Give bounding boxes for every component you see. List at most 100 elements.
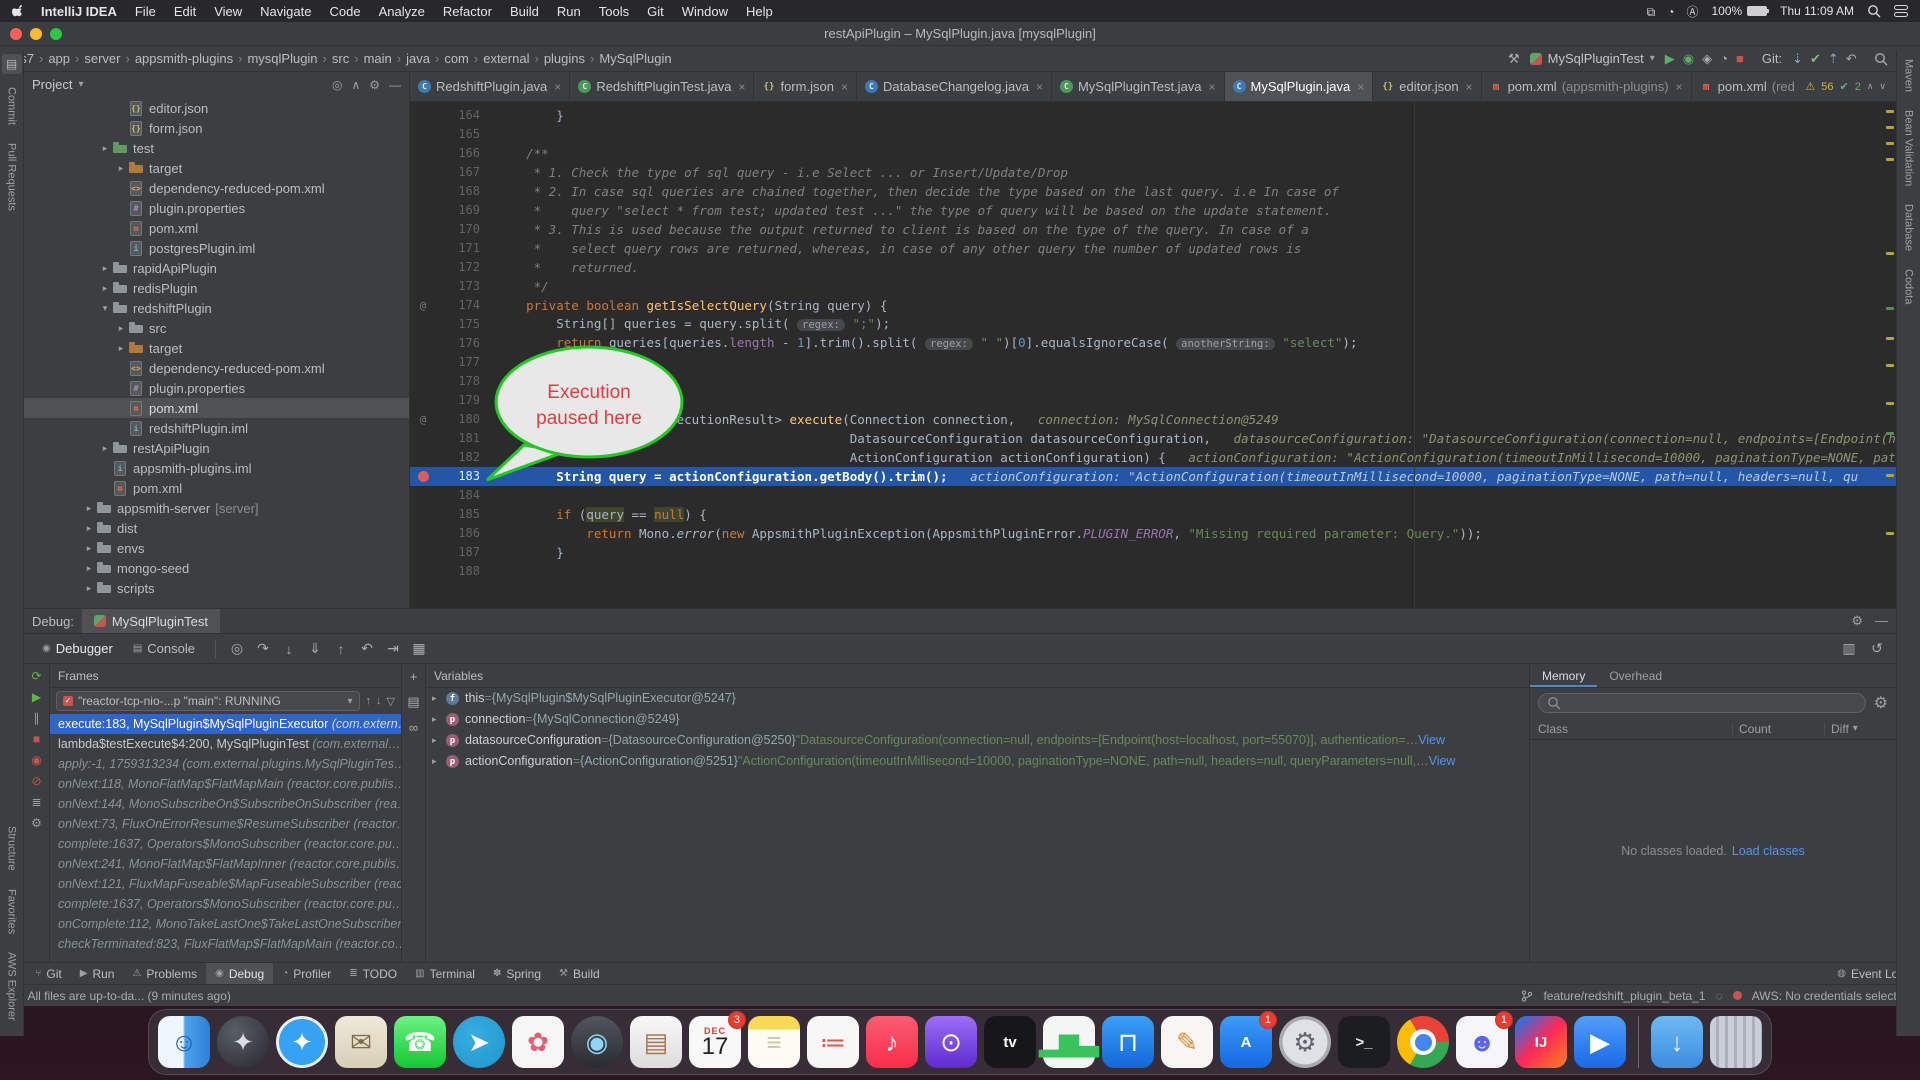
annotation-gutter-icon[interactable]: @ xyxy=(420,410,427,429)
stripe-label-codota[interactable]: Codota xyxy=(1903,260,1915,313)
project-tree-item[interactable]: ▸mongo-seed xyxy=(24,558,409,578)
chevron-down-icon[interactable]: ▾ xyxy=(78,79,83,90)
menu-refactor[interactable]: Refactor xyxy=(434,4,501,19)
dock-app-tv[interactable]: tv xyxy=(984,1016,1036,1068)
stop-button[interactable]: ■ xyxy=(1736,51,1744,66)
chevron-icon[interactable]: ▸ xyxy=(432,709,446,730)
window-title-bar[interactable]: restApiPlugin – MySqlPlugin.java [mysqlP… xyxy=(0,22,1920,46)
stripe-label-maven[interactable]: Maven xyxy=(1903,50,1915,101)
restore-layout-icon[interactable]: ↺ xyxy=(1866,638,1888,660)
dock-app-numbers[interactable]: ▂▆▃ xyxy=(1043,1016,1095,1068)
chevron-icon[interactable]: ▸ xyxy=(432,730,446,751)
display-icon[interactable]: ⧉ xyxy=(1647,5,1656,19)
mute-breakpoints-icon[interactable]: ⊘ xyxy=(31,775,41,787)
step-over-icon[interactable]: ↷ xyxy=(252,638,274,660)
hide-panel-icon[interactable]: — xyxy=(389,78,401,92)
project-panel-title[interactable]: Project xyxy=(32,77,72,92)
run-configuration-selector[interactable]: MySqlPluginTest ▾ xyxy=(1530,51,1655,66)
dock-app-pages[interactable]: ✎ xyxy=(1161,1016,1213,1068)
project-tree-item[interactable]: <>dependency-reduced-pom.xml xyxy=(24,358,409,378)
breadcrumb-item[interactable]: appsmith-plugins xyxy=(132,51,236,66)
resume-icon[interactable]: ▶ xyxy=(32,691,41,703)
menu-analyze[interactable]: Analyze xyxy=(370,4,434,19)
close-tab-icon[interactable]: × xyxy=(1466,80,1473,94)
ok-count[interactable]: 2 xyxy=(1855,81,1861,93)
variable-row[interactable]: ▸fthis = {MySqlPlugin$MySqlPluginExecuto… xyxy=(426,688,1529,709)
breadcrumb-item[interactable]: main xyxy=(361,51,395,66)
stack-frame[interactable]: execute:183, MySqlPlugin$MySqlPluginExec… xyxy=(50,714,401,734)
step-out-icon[interactable]: ↑ xyxy=(330,638,352,660)
frames-filter-icon[interactable]: ▽ xyxy=(387,695,395,708)
code-line[interactable]: 185 if (query == null) { xyxy=(410,505,1896,524)
stripe-mark[interactable] xyxy=(1886,474,1894,477)
breadcrumb-item[interactable]: MySqlPlugin xyxy=(596,51,674,66)
chevron-icon[interactable]: ▸ xyxy=(82,523,96,534)
stack-frame[interactable]: onNext:241, MonoFlatMap$FlatMapInner (re… xyxy=(50,854,401,874)
menu-build[interactable]: Build xyxy=(501,4,548,19)
settings-gear-icon[interactable]: ⚙ xyxy=(1851,613,1863,629)
git-branch-name[interactable]: feature/redshift_plugin_beta_1 xyxy=(1543,989,1705,1003)
stack-frame[interactable]: onNext:121, FluxMapFuseable$MapFuseableS… xyxy=(50,874,401,894)
project-tree-item[interactable]: <>dependency-reduced-pom.xml xyxy=(24,178,409,198)
dock-app-notes[interactable]: ≡ xyxy=(748,1016,800,1068)
git-update-icon[interactable]: ⇣ xyxy=(1792,51,1803,66)
stripe-mark[interactable] xyxy=(1886,252,1894,255)
toolwindow-button-profiler[interactable]: ◔Profiler xyxy=(273,963,340,984)
project-tree-item[interactable]: ▸redisPlugin xyxy=(24,278,409,298)
project-tree-item[interactable]: mpom.xml xyxy=(24,478,409,498)
column-diff[interactable]: Diff▾ xyxy=(1824,722,1896,736)
menu-view[interactable]: View xyxy=(205,4,251,19)
menu-tools[interactable]: Tools xyxy=(590,4,638,19)
breadcrumb-item[interactable]: external xyxy=(480,51,532,66)
code-line[interactable]: 165 xyxy=(410,125,1896,144)
build-project-icon[interactable]: ⚒ xyxy=(1508,52,1520,65)
stripe-mark[interactable] xyxy=(1886,337,1894,340)
dock-app-finder[interactable]: ☺ xyxy=(158,1016,210,1068)
run-button[interactable]: ▶ xyxy=(1665,51,1675,66)
toolwindow-button-terminal[interactable]: ▥Terminal xyxy=(406,963,484,984)
stripe-label-commit[interactable]: Commit xyxy=(6,78,18,134)
memory-tab-overhead[interactable]: Overhead xyxy=(1597,664,1674,687)
dock-app-facetime-video[interactable]: ▶ xyxy=(1574,1016,1626,1068)
project-tree-item[interactable]: ▾redshiftPlugin xyxy=(24,298,409,318)
editor-tab[interactable]: CMySqlPluginTest.java× xyxy=(1052,72,1225,101)
load-classes-link[interactable]: Load classes xyxy=(1732,844,1805,858)
apple-menu-icon[interactable] xyxy=(12,4,26,18)
editor-tab[interactable]: {}form.json× xyxy=(754,72,856,101)
code-line[interactable]: 187 } xyxy=(410,543,1896,562)
toolwindow-button-run[interactable]: ▶Run xyxy=(71,963,124,984)
project-stripe-button[interactable]: ▤ xyxy=(2,54,22,74)
code-line[interactable]: 188 xyxy=(410,562,1896,581)
project-tree-item[interactable]: ▸appsmith-server[server] xyxy=(24,498,409,518)
close-tab-icon[interactable]: × xyxy=(1209,80,1216,94)
stripe-label-aws-explorer[interactable]: AWS Explorer xyxy=(6,943,18,1030)
error-stripe[interactable] xyxy=(1884,102,1896,608)
breadcrumb-item[interactable]: java xyxy=(403,51,433,66)
close-tab-icon[interactable]: × xyxy=(1357,80,1364,94)
close-window-button[interactable] xyxy=(10,28,22,40)
dock-app-photo-booth[interactable]: ◉ xyxy=(571,1016,623,1068)
editor-tab[interactable]: mpom.xml(appsmith-plugins)× xyxy=(1482,72,1692,101)
ide-indicator-icon[interactable]: ◌ xyxy=(1716,989,1723,1003)
battery-indicator[interactable]: 100% xyxy=(1711,4,1767,18)
dock-app-photos[interactable]: ✿ xyxy=(512,1016,564,1068)
dock-app-discord[interactable]: ☻1 xyxy=(1456,1016,1508,1068)
menu-code[interactable]: Code xyxy=(320,4,369,19)
stripe-mark[interactable] xyxy=(1886,158,1894,161)
menu-window[interactable]: Window xyxy=(673,4,737,19)
frames-up-icon[interactable]: ↑ xyxy=(366,695,372,708)
settings-icon[interactable]: ⚙ xyxy=(369,78,380,92)
dock-app-system-preferences[interactable]: ⚙ xyxy=(1279,1016,1331,1068)
force-step-into-icon[interactable]: ⇓ xyxy=(304,638,326,660)
aws-status[interactable]: AWS: No credentials selected xyxy=(1752,989,1910,1003)
project-tree-item[interactable]: ▸src xyxy=(24,318,409,338)
dock-app-safari[interactable]: ✦ xyxy=(276,1016,328,1068)
search-everywhere-icon[interactable] xyxy=(1874,52,1888,66)
stats-icon[interactable]: ◔ xyxy=(1667,5,1674,19)
code-line[interactable]: 173 */ xyxy=(410,277,1896,296)
breadcrumb-item[interactable]: plugins xyxy=(541,51,588,66)
stack-frame[interactable]: checkTerminated:823, FluxFlatMap$FlatMap… xyxy=(50,934,401,954)
code-line[interactable]: 169 * query "select * from test; updated… xyxy=(410,201,1896,220)
pause-icon[interactable]: ∥ xyxy=(34,712,40,724)
git-rollback-icon[interactable]: ↶ xyxy=(1846,51,1857,66)
